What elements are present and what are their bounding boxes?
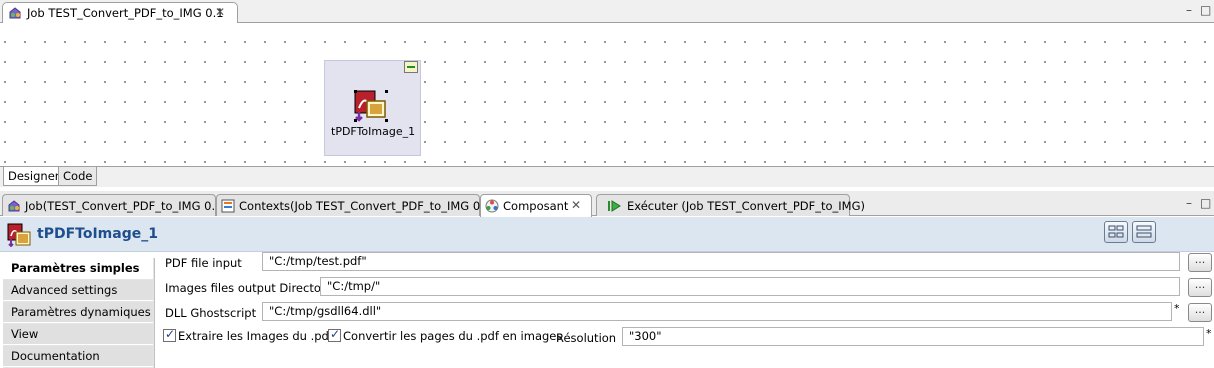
tab-label: Contexts(Job TEST_Convert_PDF_to_IMG 0.1… xyxy=(239,199,496,213)
maximize-icon[interactable]: □ xyxy=(1200,4,1211,16)
pdf-file-input-label: PDF file input xyxy=(165,256,242,270)
convert-pages-checkbox[interactable] xyxy=(328,327,341,342)
nav-item-documentation[interactable]: Documentation xyxy=(3,346,153,367)
tab-contexts[interactable]: Contexts(Job TEST_Convert_PDF_to_IMG 0.1… xyxy=(216,194,496,216)
dll-ghostscript-field[interactable]: "C:/tmp/gsdll64.dll" xyxy=(262,302,1172,321)
component-minimize-toggle[interactable] xyxy=(404,61,418,73)
pdf-to-image-component-icon[interactable] xyxy=(354,90,388,122)
minimize-icon[interactable]: – xyxy=(1186,4,1192,16)
required-marker: * xyxy=(1206,327,1212,340)
required-marker: * xyxy=(1174,302,1180,315)
nav-item-parametres-dynamiques[interactable]: Paramètres dynamiques xyxy=(3,302,153,323)
resolution-label: Résolution xyxy=(556,331,617,345)
view-tab-bar: Job(TEST_Convert_PDF_to_IMG 0.1) Context… xyxy=(0,191,1214,217)
row-layout-button[interactable] xyxy=(1132,221,1156,243)
extract-images-label[interactable]: Extraire les Images du .pdf xyxy=(178,329,333,343)
row-layout-icon xyxy=(1136,225,1152,238)
editor-tab-job[interactable]: Job TEST_Convert_PDF_to_IMG 0.1 ✕ xyxy=(2,2,238,23)
resolution-field[interactable]: "300" xyxy=(622,327,1204,346)
nav-item-parametres-simples[interactable]: Paramètres simples xyxy=(3,258,153,279)
job-icon xyxy=(8,200,20,212)
component-icon xyxy=(485,199,499,213)
tab-label: Composant xyxy=(503,199,569,213)
job-icon xyxy=(9,7,21,19)
designer-code-tabs: Designer Code xyxy=(0,166,1214,187)
tab-designer[interactable]: Designer xyxy=(3,167,65,186)
contexts-icon xyxy=(221,199,235,213)
editor-tab-label: Job TEST_Convert_PDF_to_IMG 0.1 xyxy=(27,6,224,20)
close-icon[interactable]: ✕ xyxy=(571,198,581,212)
output-directory-field[interactable]: "C:/tmp/" xyxy=(320,277,1180,296)
component-canvas-label[interactable]: tPDFToImage_1 xyxy=(331,125,415,138)
maximize-icon[interactable]: □ xyxy=(1200,197,1211,209)
pdf-to-image-icon xyxy=(7,223,31,247)
pdf-file-browse-button[interactable]: ... xyxy=(1188,253,1212,272)
grid-layout-icon xyxy=(1108,225,1124,238)
tab-label: Job(TEST_Convert_PDF_to_IMG 0.1) xyxy=(25,199,227,213)
minimize-icon[interactable]: – xyxy=(1186,197,1192,209)
tab-code[interactable]: Code xyxy=(58,167,98,186)
pdf-file-input-field[interactable]: "C:/tmp/test.pdf" xyxy=(262,252,1180,271)
extract-images-checkbox[interactable] xyxy=(163,327,176,342)
output-directory-browse-button[interactable]: ... xyxy=(1188,278,1212,297)
dll-ghostscript-label: DLL Ghostscript xyxy=(165,306,257,320)
close-icon[interactable]: ✕ xyxy=(215,5,225,19)
output-directory-label: Images files output Directory xyxy=(165,281,333,295)
settings-nav: Paramètres simples Advanced settings Par… xyxy=(3,258,155,368)
convert-pages-label[interactable]: Convertir les pages du .pdf en images xyxy=(343,329,562,343)
designer-canvas[interactable] xyxy=(3,24,1214,166)
nav-item-view[interactable]: View xyxy=(3,324,153,345)
component-title: tPDFToImage_1 xyxy=(37,226,158,242)
editor-tab-bar: Job TEST_Convert_PDF_to_IMG 0.1 ✕ – □ xyxy=(0,0,1214,23)
tab-job-settings[interactable]: Job(TEST_Convert_PDF_to_IMG 0.1) xyxy=(2,194,227,216)
tab-executer[interactable]: Exécuter (Job TEST_Convert_PDF_to_IMG) xyxy=(596,194,865,216)
tab-composant[interactable]: Composant ✕ xyxy=(480,194,592,217)
tab-label: Exécuter (Job TEST_Convert_PDF_to_IMG) xyxy=(627,199,865,213)
dll-ghostscript-browse-button[interactable]: ... xyxy=(1188,303,1212,322)
run-icon xyxy=(608,200,621,212)
grid-layout-button[interactable] xyxy=(1104,221,1128,243)
component-title-bar xyxy=(0,217,1214,252)
nav-item-advanced-settings[interactable]: Advanced settings xyxy=(3,280,153,301)
